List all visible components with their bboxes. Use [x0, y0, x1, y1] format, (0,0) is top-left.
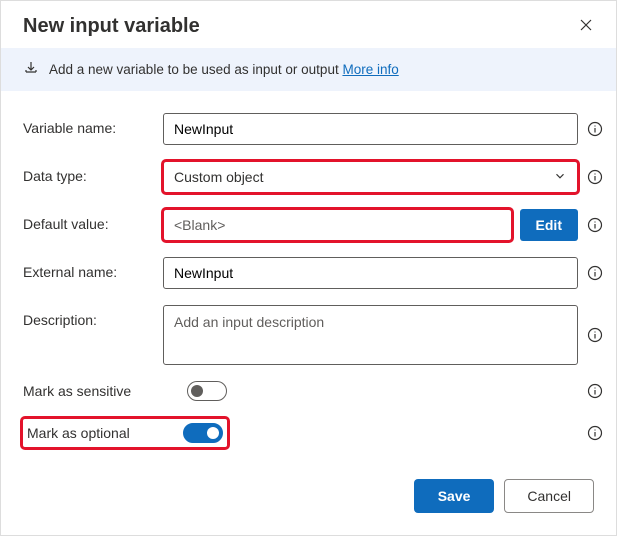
- highlight-mark-optional: Mark as optional: [23, 419, 227, 447]
- data-type-select[interactable]: Custom object: [163, 161, 578, 193]
- info-icon[interactable]: [586, 216, 604, 234]
- info-banner: Add a new variable to be used as input o…: [1, 48, 616, 91]
- info-icon[interactable]: [586, 264, 604, 282]
- more-info-link[interactable]: More info: [342, 62, 398, 77]
- form-body: Variable name: Data type: Custom object: [1, 91, 616, 465]
- row-description: Description:: [23, 305, 604, 365]
- description-textarea[interactable]: [163, 305, 578, 365]
- cancel-button[interactable]: Cancel: [504, 479, 594, 513]
- variable-name-input[interactable]: [163, 113, 578, 145]
- row-data-type: Data type: Custom object: [23, 161, 604, 193]
- new-input-variable-dialog: New input variable Add a new variable to…: [0, 0, 617, 536]
- external-name-input[interactable]: [163, 257, 578, 289]
- info-banner-text: Add a new variable to be used as input o…: [49, 62, 399, 77]
- label-mark-sensitive: Mark as sensitive: [23, 383, 187, 399]
- data-type-value: Custom object: [174, 169, 263, 185]
- info-icon[interactable]: [586, 326, 604, 344]
- label-variable-name: Variable name:: [23, 113, 153, 136]
- save-button[interactable]: Save: [414, 479, 495, 513]
- label-data-type: Data type:: [23, 161, 153, 184]
- mark-optional-toggle[interactable]: [183, 423, 223, 443]
- row-mark-sensitive: Mark as sensitive: [23, 381, 604, 401]
- edit-default-button[interactable]: Edit: [520, 209, 578, 241]
- download-icon: [23, 60, 39, 79]
- label-default-value: Default value:: [23, 209, 153, 232]
- dialog-footer: Save Cancel: [1, 465, 616, 535]
- chevron-down-icon: [553, 169, 567, 186]
- row-default-value: Default value: <Blank> Edit: [23, 209, 604, 241]
- row-variable-name: Variable name:: [23, 113, 604, 145]
- row-external-name: External name:: [23, 257, 604, 289]
- info-icon[interactable]: [586, 120, 604, 138]
- label-external-name: External name:: [23, 257, 153, 280]
- info-icon[interactable]: [586, 424, 604, 442]
- info-icon[interactable]: [586, 168, 604, 186]
- label-description: Description:: [23, 305, 153, 328]
- mark-sensitive-toggle[interactable]: [187, 381, 227, 401]
- default-value-display: <Blank>: [163, 209, 512, 241]
- close-button[interactable]: [574, 13, 598, 40]
- info-icon[interactable]: [586, 382, 604, 400]
- label-mark-optional: Mark as optional: [27, 425, 183, 441]
- dialog-title: New input variable: [23, 15, 200, 38]
- close-icon: [578, 21, 594, 36]
- dialog-header: New input variable: [1, 1, 616, 48]
